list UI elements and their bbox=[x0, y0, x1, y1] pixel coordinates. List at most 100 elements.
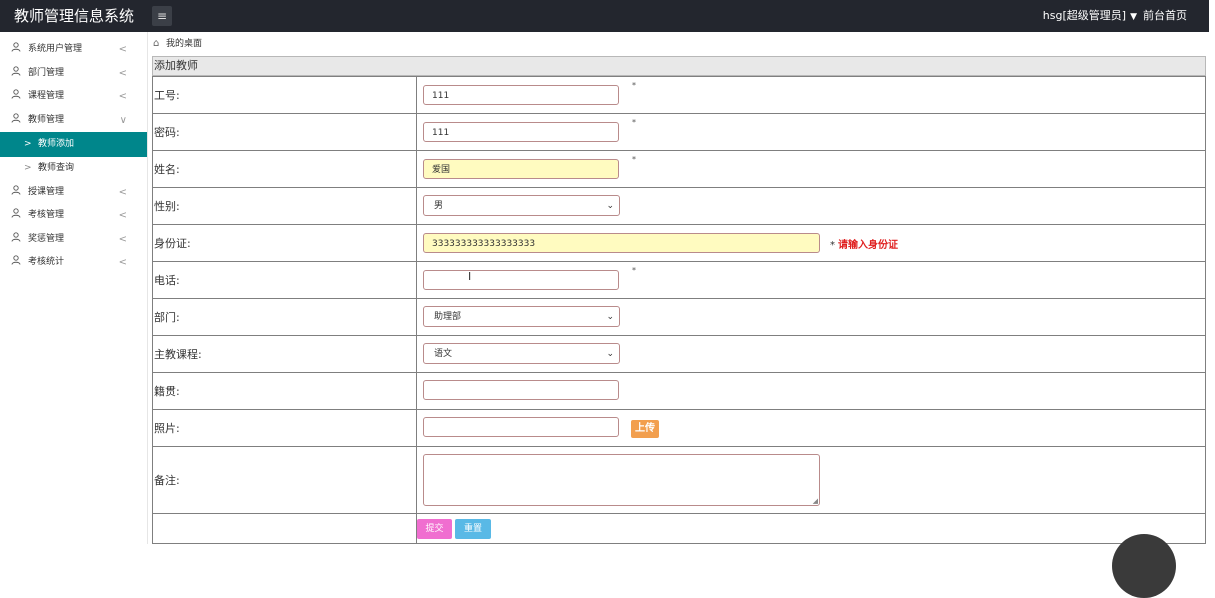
field-label: 工号: bbox=[152, 76, 417, 114]
text-cursor-icon: I bbox=[468, 270, 472, 283]
chevron-down-icon: ⌄ bbox=[606, 201, 614, 211]
front-page-link[interactable]: 前台首页 bbox=[1143, 0, 1187, 32]
user-menu[interactable]: hsg[超级管理员] ▼ bbox=[1043, 0, 1137, 33]
field-label: 备注: bbox=[152, 446, 417, 514]
breadcrumb-item[interactable]: 我的桌面 bbox=[166, 39, 202, 49]
top-bar: 教师管理信息系统 ≡ hsg[超级管理员] ▼ 前台首页 bbox=[0, 0, 1215, 32]
caret-down-icon: ▼ bbox=[1130, 12, 1137, 22]
breadcrumb: ⌂ 我的桌面 bbox=[153, 34, 202, 54]
sidebar-item-rewards[interactable]: 奖惩管理 < bbox=[0, 228, 147, 252]
form-title: 添加教师 bbox=[152, 56, 1206, 76]
remark-textarea[interactable]: ◢ bbox=[423, 454, 820, 506]
chevron-down-icon: ⌄ bbox=[606, 349, 614, 359]
user-icon bbox=[11, 228, 21, 252]
sidebar-item-teaching[interactable]: 授课管理 < bbox=[0, 181, 147, 205]
form-row-name: 姓名: 爱国 * bbox=[152, 150, 1206, 188]
user-name: hsg[超级管理员] bbox=[1042, 9, 1127, 22]
required-mark: * bbox=[632, 155, 636, 164]
required-mark: * bbox=[632, 118, 636, 127]
empty-cell bbox=[152, 513, 417, 544]
resize-grip-icon[interactable]: ◢ bbox=[813, 497, 818, 505]
sidebar-item-label: 教师添加 bbox=[38, 139, 75, 149]
field-label: 姓名: bbox=[152, 150, 417, 188]
chevron-down-icon: ⌄ bbox=[606, 312, 614, 322]
sidebar-item-label: 系统用户管理 bbox=[28, 44, 83, 54]
sidebar-item-add-teacher[interactable]: > 教师添加 bbox=[0, 132, 147, 157]
field-label: 电话: bbox=[152, 261, 417, 299]
course-select[interactable]: 语文 ⌄ bbox=[423, 343, 620, 364]
required-mark: * bbox=[632, 81, 636, 90]
chevron-left-icon: < bbox=[118, 257, 127, 268]
sidebar-item-label: 课程管理 bbox=[28, 91, 65, 101]
required-mark: * bbox=[830, 240, 835, 251]
user-icon bbox=[11, 85, 21, 109]
sidebar-item-courses[interactable]: 课程管理 < bbox=[0, 85, 147, 109]
sidebar-item-query-teacher[interactable]: > 教师查询 bbox=[0, 157, 147, 181]
chevron-right-icon: > bbox=[24, 163, 32, 173]
user-icon bbox=[11, 251, 21, 275]
field-label: 籍贯: bbox=[152, 372, 417, 410]
sidebar-item-teachers[interactable]: 教师管理 ∨ bbox=[0, 109, 147, 133]
chevron-down-icon: ∨ bbox=[119, 114, 127, 126]
window-edge bbox=[1209, 0, 1215, 32]
sidebar-item-label: 授课管理 bbox=[28, 186, 65, 197]
form-row-password: 密码: 111 * bbox=[152, 113, 1206, 151]
form-row-id-card: 身份证: 333333333333333333 * 请输入身份证 bbox=[152, 224, 1206, 262]
chevron-left-icon: < bbox=[118, 186, 127, 198]
id-card-error: * 请输入身份证 bbox=[830, 236, 898, 251]
form-row-gender: 性别: 男 ⌄ bbox=[152, 187, 1206, 225]
submit-button[interactable]: 提交 bbox=[417, 519, 452, 539]
sidebar-item-label: 考核统计 bbox=[28, 257, 65, 267]
sidebar-item-departments[interactable]: 部门管理 < bbox=[0, 62, 147, 86]
sidebar-item-label: 考核管理 bbox=[28, 210, 65, 220]
native-place-input[interactable] bbox=[423, 380, 619, 400]
error-text: 请输入身份证 bbox=[838, 240, 898, 251]
form-row-phone: 电话: * bbox=[152, 261, 1206, 299]
sidebar-item-label: 教师管理 bbox=[28, 114, 65, 125]
home-icon: ⌂ bbox=[153, 38, 160, 49]
gender-select[interactable]: 男 ⌄ bbox=[423, 195, 620, 216]
form-row-job-no: 工号: 111 * bbox=[152, 76, 1206, 114]
id-card-input[interactable]: 333333333333333333 bbox=[423, 233, 820, 253]
field-label: 性别: bbox=[152, 187, 417, 225]
field-label: 主教课程: bbox=[152, 335, 417, 373]
form-row-photo: 照片: 上传 bbox=[152, 409, 1206, 447]
sidebar-item-assessment[interactable]: 考核管理 < bbox=[0, 204, 147, 228]
user-icon bbox=[11, 38, 21, 62]
required-mark: * bbox=[632, 266, 636, 275]
field-label: 照片: bbox=[152, 409, 417, 447]
sidebar-item-system-users[interactable]: 系统用户管理 < bbox=[0, 38, 147, 62]
user-icon bbox=[11, 181, 21, 205]
menu-toggle-icon[interactable]: ≡ bbox=[152, 6, 172, 26]
department-select[interactable]: 助理部 ⌄ bbox=[423, 306, 620, 327]
select-value: 助理部 bbox=[434, 312, 462, 322]
field-label: 身份证: bbox=[152, 224, 417, 262]
form-row-department: 部门: 助理部 ⌄ bbox=[152, 298, 1206, 336]
form-table: 工号: 111 * 密码: 111 * 姓名: 爱国 * 性别: 男 ⌄ 身份证… bbox=[152, 76, 1206, 544]
field-label: 部门: bbox=[152, 298, 417, 336]
phone-input[interactable] bbox=[423, 270, 619, 290]
app-title: 教师管理信息系统 bbox=[14, 7, 135, 25]
name-input[interactable]: 爱国 bbox=[423, 159, 619, 179]
field-label: 密码: bbox=[152, 113, 417, 151]
select-value: 男 bbox=[434, 201, 444, 211]
teacher-form: 添加教师 工号: 111 * 密码: 111 * 姓名: 爱国 * 性别: 男 … bbox=[152, 56, 1206, 544]
chevron-left-icon: < bbox=[118, 44, 127, 55]
user-icon bbox=[11, 62, 21, 86]
form-row-remark: 备注: ◢ bbox=[152, 446, 1206, 514]
chevron-left-icon: < bbox=[118, 67, 127, 79]
reset-button[interactable]: 重置 bbox=[455, 519, 491, 539]
sidebar-item-label: 教师查询 bbox=[38, 163, 75, 173]
chevron-right-icon: > bbox=[24, 139, 32, 149]
chevron-left-icon: < bbox=[118, 210, 127, 221]
sidebar-item-label: 奖惩管理 bbox=[28, 233, 65, 244]
password-input[interactable]: 111 bbox=[423, 122, 619, 142]
sidebar-item-statistics[interactable]: 考核统计 < bbox=[0, 251, 147, 275]
sidebar: 系统用户管理 < 部门管理 < 课程管理 < 教师管理 ∨ > 教师添加 > 教… bbox=[0, 32, 148, 544]
user-icon bbox=[11, 109, 21, 133]
job-no-input[interactable]: 111 bbox=[423, 85, 619, 105]
form-row-native-place: 籍贯: bbox=[152, 372, 1206, 410]
photo-input[interactable] bbox=[423, 417, 619, 437]
form-row-course: 主教课程: 语文 ⌄ bbox=[152, 335, 1206, 373]
upload-button[interactable]: 上传 bbox=[631, 420, 659, 438]
